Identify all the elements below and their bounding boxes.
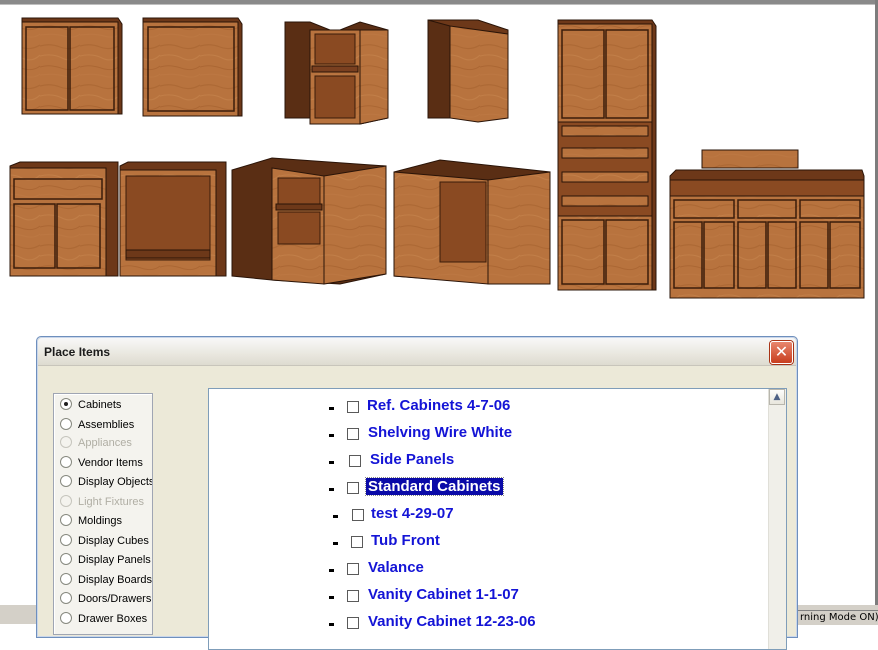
tree-bullet-icon bbox=[329, 488, 334, 491]
radio-selected-dot bbox=[64, 402, 68, 406]
list-item[interactable]: Side Panels bbox=[209, 451, 749, 474]
category-label: Drawer Boxes bbox=[78, 613, 148, 625]
category-label: Light Fixtures bbox=[78, 496, 145, 508]
tall-pantry-cabinet[interactable] bbox=[557, 19, 657, 291]
item-checkbox[interactable] bbox=[349, 455, 361, 467]
base-cabinet-drawer-double-door[interactable] bbox=[9, 161, 119, 277]
item-checkbox[interactable] bbox=[347, 482, 359, 494]
dialog-body: Cabinets Assemblies Appliances Vendor Items… bbox=[40, 366, 794, 650]
list-item[interactable]: Tub Front bbox=[209, 532, 749, 555]
category-option[interactable]: Doors/Drawers bbox=[60, 592, 151, 608]
category-label: Vendor Items bbox=[78, 457, 143, 469]
close-button[interactable]: ✕ bbox=[770, 341, 793, 364]
radio-button[interactable] bbox=[60, 573, 72, 585]
wall-cabinet-double-door[interactable] bbox=[21, 17, 123, 115]
list-item[interactable]: Ref. Cabinets 4-7-06 bbox=[209, 397, 749, 420]
radio-button bbox=[60, 436, 72, 448]
item-checkbox[interactable] bbox=[351, 536, 363, 548]
list-item[interactable]: Vanity Cabinet 1-1-07 bbox=[209, 586, 749, 609]
category-option[interactable]: Display Cubes bbox=[60, 534, 149, 550]
vanity-cabinet-triple[interactable] bbox=[669, 149, 865, 299]
item-label[interactable]: Vanity Cabinet 12-23-06 bbox=[366, 613, 538, 630]
radio-button[interactable] bbox=[60, 475, 72, 487]
category-label: Doors/Drawers bbox=[78, 593, 152, 605]
wall-corner-cabinet-open[interactable] bbox=[284, 21, 389, 125]
category-label: Cabinets bbox=[78, 399, 122, 411]
list-item[interactable]: test 4-29-07 bbox=[209, 505, 749, 528]
list-item[interactable]: Standard Cabinets bbox=[209, 477, 749, 501]
tree-bullet-icon bbox=[329, 569, 334, 572]
category-option[interactable]: Display Objects bbox=[60, 475, 153, 491]
list-item[interactable]: Shelving Wire White bbox=[209, 424, 749, 447]
item-checkbox[interactable] bbox=[347, 563, 359, 575]
item-label[interactable]: Side Panels bbox=[368, 451, 456, 468]
radio-button[interactable] bbox=[60, 456, 72, 468]
category-option[interactable]: Drawer Boxes bbox=[60, 612, 147, 628]
radio-button[interactable] bbox=[60, 612, 72, 624]
category-label: Appliances bbox=[78, 437, 132, 449]
list-item[interactable]: Valance bbox=[209, 559, 749, 582]
list-scrollbar[interactable]: ▲ bbox=[768, 389, 786, 649]
tree-bullet-icon bbox=[329, 407, 334, 410]
dialog-title: Place Items bbox=[44, 345, 111, 359]
radio-button[interactable] bbox=[60, 534, 72, 546]
status-bar-text: rning Mode ON) bbox=[798, 610, 878, 625]
up-arrow-icon: ▲ bbox=[773, 392, 781, 402]
tree-bullet-icon bbox=[333, 515, 338, 518]
item-label[interactable]: Shelving Wire White bbox=[366, 424, 514, 441]
category-option[interactable]: Cabinets bbox=[60, 398, 121, 414]
item-label[interactable]: Vanity Cabinet 1-1-07 bbox=[366, 586, 521, 603]
tree-bullet-icon bbox=[329, 461, 334, 464]
item-label[interactable]: test 4-29-07 bbox=[369, 505, 456, 522]
radio-button[interactable] bbox=[60, 514, 72, 526]
category-label: Display Panels bbox=[78, 554, 151, 566]
wall-corner-cabinet[interactable] bbox=[427, 19, 509, 123]
close-icon: ✕ bbox=[774, 342, 789, 361]
tree-bullet-icon bbox=[329, 596, 334, 599]
item-label[interactable]: Standard Cabinets bbox=[365, 477, 504, 496]
category-label: Assemblies bbox=[78, 419, 135, 431]
scroll-up-button[interactable]: ▲ bbox=[769, 389, 785, 405]
tree-bullet-icon bbox=[329, 623, 334, 626]
dialog-titlebar[interactable]: Place Items ✕ bbox=[38, 338, 796, 366]
category-label: Display Cubes bbox=[78, 535, 149, 547]
radio-button[interactable] bbox=[60, 592, 72, 604]
item-checkbox[interactable] bbox=[347, 617, 359, 629]
base-cabinet-open-shelf[interactable] bbox=[119, 161, 227, 277]
category-label: Display Objects bbox=[78, 476, 153, 488]
item-checkbox[interactable] bbox=[352, 509, 364, 521]
item-checkbox[interactable] bbox=[347, 590, 359, 602]
base-blind-corner-cabinet[interactable] bbox=[393, 159, 551, 285]
item-label[interactable]: Valance bbox=[366, 559, 426, 576]
category-radio-group: Cabinets Assemblies Appliances Vendor Items… bbox=[53, 393, 153, 635]
category-option: Appliances bbox=[60, 436, 132, 452]
category-label: Display Boards bbox=[78, 574, 152, 586]
base-corner-cabinet-shelves[interactable] bbox=[231, 157, 387, 285]
item-checkbox[interactable] bbox=[347, 401, 359, 413]
item-checkbox[interactable] bbox=[347, 428, 359, 440]
item-label[interactable]: Ref. Cabinets 4-7-06 bbox=[365, 397, 512, 414]
radio-button[interactable] bbox=[60, 418, 72, 430]
radio-button bbox=[60, 495, 72, 507]
category-option[interactable]: Assemblies bbox=[60, 418, 134, 434]
category-option[interactable]: Vendor Items bbox=[60, 456, 143, 472]
category-option[interactable]: Display Panels bbox=[60, 553, 151, 569]
library-list[interactable]: ▲ Ref. Cabinets 4-7-06 Shelving Wire Whit… bbox=[208, 388, 787, 650]
tree-bullet-icon bbox=[333, 542, 338, 545]
place-items-dialog: Place Items ✕ Cabinets Assemblies Applianc… bbox=[36, 336, 798, 650]
item-label[interactable]: Tub Front bbox=[369, 532, 442, 549]
wall-cabinet-single-door[interactable] bbox=[142, 17, 243, 117]
tree-bullet-icon bbox=[329, 434, 334, 437]
radio-button[interactable] bbox=[60, 398, 72, 410]
category-label: Moldings bbox=[78, 515, 123, 527]
category-option[interactable]: Moldings bbox=[60, 514, 122, 530]
category-option[interactable]: Display Boards bbox=[60, 573, 152, 589]
category-option: Light Fixtures bbox=[60, 495, 144, 511]
radio-button[interactable] bbox=[60, 553, 72, 565]
list-item[interactable]: Vanity Cabinet 12-23-06 bbox=[209, 613, 749, 636]
